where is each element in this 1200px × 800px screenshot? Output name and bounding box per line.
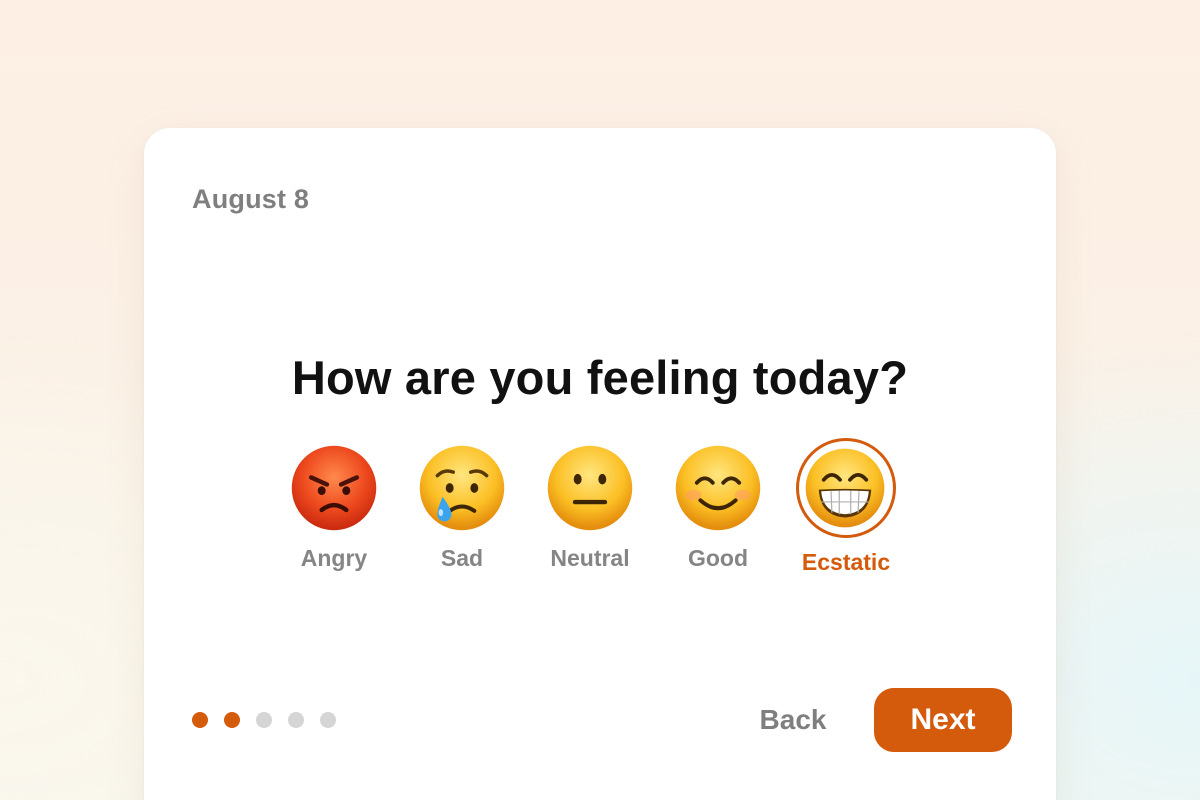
mood-option-ecstatic[interactable]: Ecstatic [786, 438, 906, 588]
mood-option-neutral[interactable]: Neutral [530, 438, 650, 588]
mood-check-in-card: August 8 How are you feeling today? Angr… [144, 128, 1056, 800]
progress-dot [288, 712, 304, 728]
mood-label-good: Good [687, 545, 749, 571]
angry-face-icon [290, 444, 378, 532]
progress-dot [192, 712, 208, 728]
mood-label-neutral: Neutral [550, 545, 630, 571]
mood-label-ecstatic: Ecstatic [801, 549, 891, 575]
crying-face-icon [418, 444, 506, 532]
mood-option-sad[interactable]: Sad [402, 438, 522, 588]
page-title: How are you feeling today? [291, 351, 909, 404]
mood-option-angry[interactable]: Angry [274, 438, 394, 588]
mood-label-angry: Angry [300, 545, 368, 571]
grinning-face-icon [804, 447, 886, 529]
date-label: August 8 [192, 184, 310, 214]
back-button[interactable]: Back [744, 688, 842, 752]
mood-label-sad: Sad [440, 545, 484, 571]
progress-dot [320, 712, 336, 728]
progress-dot [256, 712, 272, 728]
progress-dot [224, 712, 240, 728]
smiling-face-icon [674, 444, 762, 532]
next-button[interactable]: Next [874, 688, 1012, 752]
mood-option-good[interactable]: Good [658, 438, 778, 588]
neutral-face-icon [546, 444, 634, 532]
